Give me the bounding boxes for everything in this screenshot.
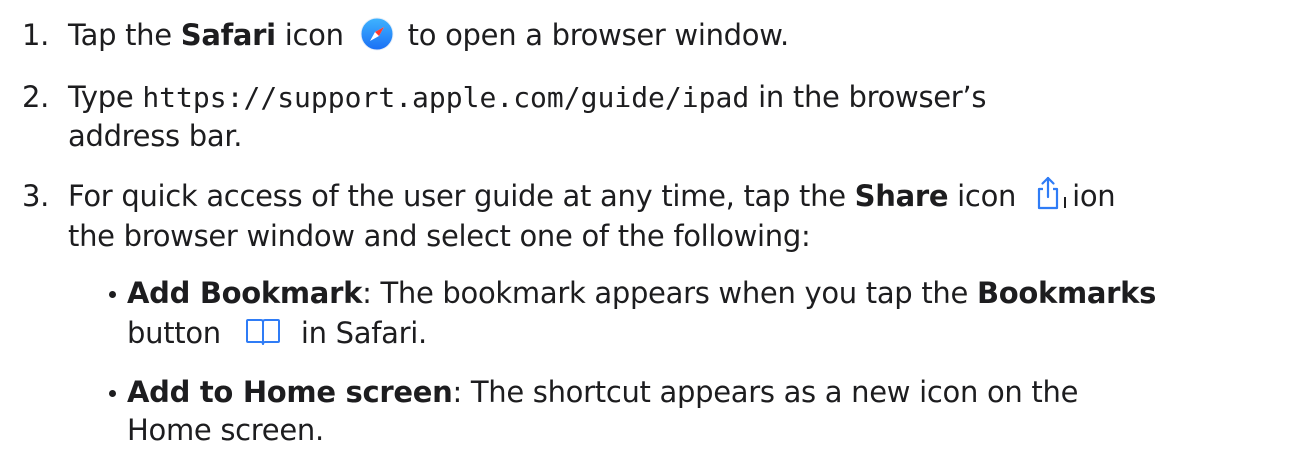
- step-3-line: For quick access of the user guide at an…: [68, 175, 1116, 216]
- step-1-text-after: to open a browser window.: [407, 18, 790, 52]
- step-3-text-after: ion: [1072, 179, 1116, 213]
- option-add-home-continuation: Home screen.: [127, 413, 324, 447]
- option-add-bookmark-line: Add Bookmark: The bookmark appears when …: [127, 275, 1156, 311]
- step-2-text-after: in the browser’s: [758, 80, 987, 114]
- step-1-bold: Safari: [180, 18, 276, 52]
- option-add-home-line: Add to Home screen: The shortcut appears…: [127, 374, 1078, 410]
- step-3-continuation: the browser window and select one of the…: [68, 219, 811, 253]
- option-add-home-label: Add to Home screen: [127, 375, 453, 409]
- safari-compass-icon: [360, 17, 394, 51]
- step-2-line: Type https://support.apple.com/guide/ipa…: [68, 79, 986, 116]
- step-1-line: Tap the Safari icon to open a browser wi…: [68, 17, 789, 54]
- text-cursor-mark: [1064, 197, 1067, 208]
- step-2-number: 2.: [22, 80, 50, 114]
- step-3-text-before: For quick access of the user guide at an…: [68, 179, 855, 213]
- option-bookmark-in-safari: in Safari.: [300, 316, 427, 350]
- bullet-dot: [109, 291, 116, 298]
- step-3-text-middle: icon: [948, 179, 1017, 213]
- step-1-text-before: Tap the: [68, 18, 181, 52]
- option-add-bookmark-label: Add Bookmark: [127, 276, 363, 310]
- share-icon: [1034, 175, 1062, 211]
- step-2-continuation: address bar.: [68, 119, 243, 153]
- step-2-url: https://support.apple.com/guide/ipad: [142, 81, 750, 114]
- option-add-home-text: : The shortcut appears as a new icon on …: [452, 375, 1079, 409]
- instructions-document: 1. Tap the Safari icon to open a browser…: [0, 0, 1294, 455]
- bullet-dot: [109, 390, 116, 397]
- option-bookmarks-bold: Bookmarks: [976, 276, 1157, 310]
- step-2-text-before: Type: [68, 80, 143, 114]
- option-add-bookmark-text: : The bookmark appears when you tap the: [362, 276, 977, 310]
- book-icon: [243, 317, 283, 347]
- step-3-bold: Share: [854, 179, 949, 213]
- step-1-text-middle: icon: [275, 18, 344, 52]
- option-bookmark-button-word: button: [127, 316, 221, 350]
- step-1-number: 1.: [22, 18, 50, 52]
- option-add-bookmark-continuation: button in Safari.: [127, 315, 427, 351]
- step-3-number: 3.: [22, 179, 50, 213]
